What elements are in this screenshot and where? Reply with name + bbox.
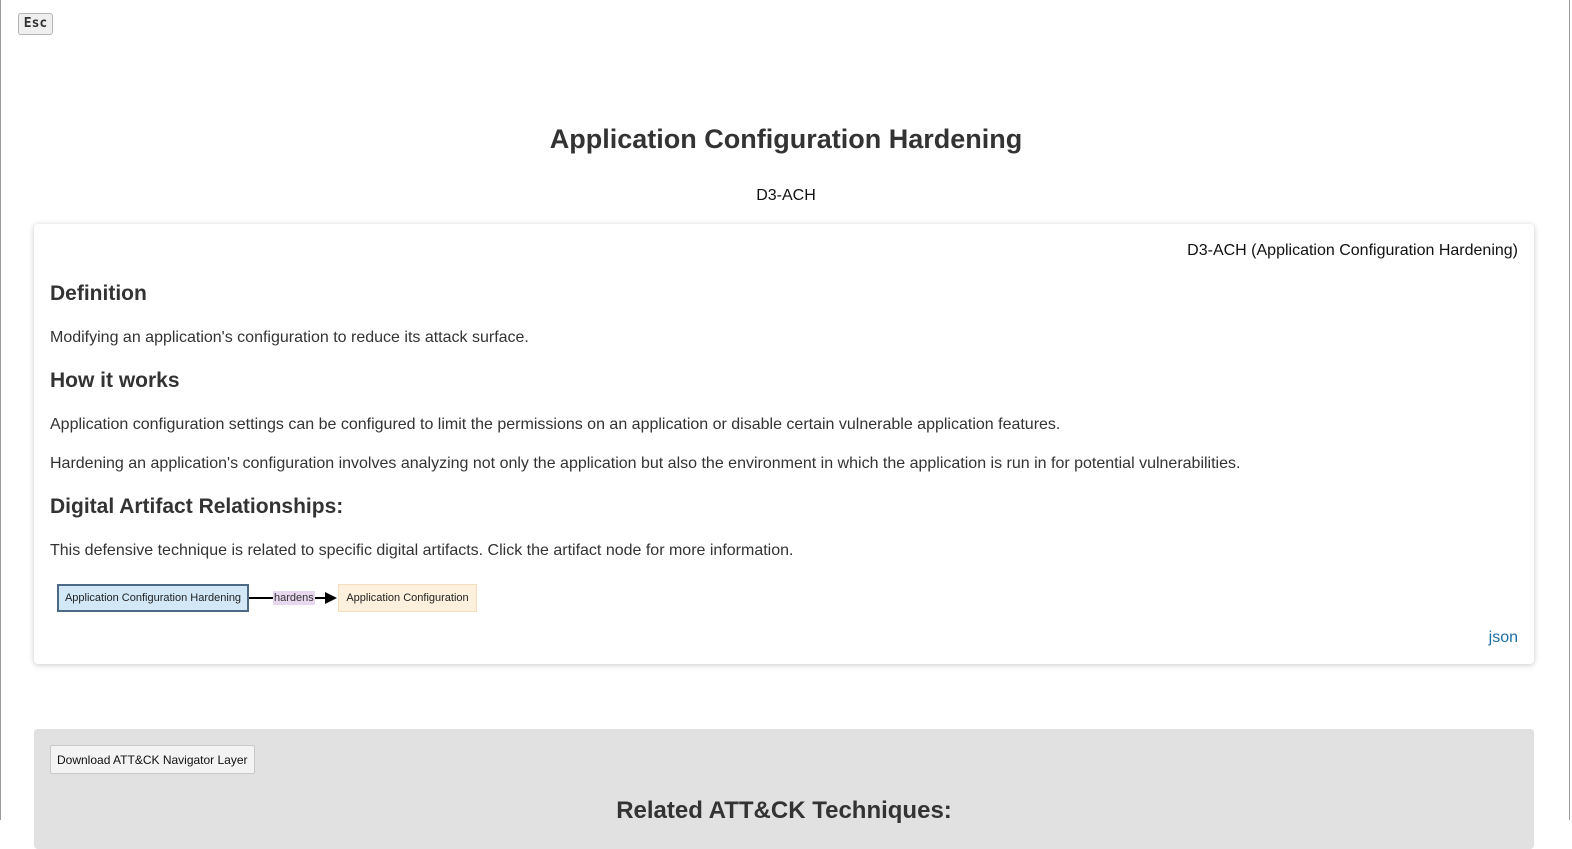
how-it-works-paragraph: Hardening an application's configuration…	[50, 455, 1241, 472]
technique-card: D3-ACH (Application Configuration Harden…	[34, 224, 1534, 664]
card-technique-id: D3-ACH (Application Configuration Harden…	[1187, 242, 1518, 259]
esc-button[interactable]: Esc	[18, 13, 53, 35]
definition-text: Modifying an application's configuration…	[50, 329, 529, 346]
how-it-works-paragraph: Application configuration settings can b…	[50, 416, 1061, 433]
page-title: Application Configuration Hardening	[549, 124, 1023, 154]
graph-node-technique[interactable]: Application Configuration Hardening	[57, 584, 249, 612]
artifact-relationships-text: This defensive technique is related to s…	[50, 542, 794, 559]
artifact-relationships-heading: Digital Artifact Relationships:	[50, 495, 344, 518]
json-link[interactable]: json	[1489, 629, 1518, 647]
page-frame: Esc Application Configuration Hardening …	[0, 0, 1570, 849]
arrow-right-icon	[325, 592, 337, 604]
technique-id: D3-ACH	[756, 187, 816, 204]
related-attack-section: Download ATT&CK Navigator Layer Related …	[34, 729, 1534, 849]
definition-heading: Definition	[50, 282, 147, 305]
related-techniques-heading: Related ATT&CK Techniques:	[616, 797, 952, 824]
graph-node-artifact[interactable]: Application Configuration	[338, 584, 477, 612]
artifact-graph: Application Configuration Hardening hard…	[57, 583, 477, 615]
how-it-works-heading: How it works	[50, 369, 180, 392]
download-navigator-layer-button[interactable]: Download ATT&CK Navigator Layer	[50, 745, 255, 774]
graph-edge-label: hardens	[273, 591, 315, 605]
